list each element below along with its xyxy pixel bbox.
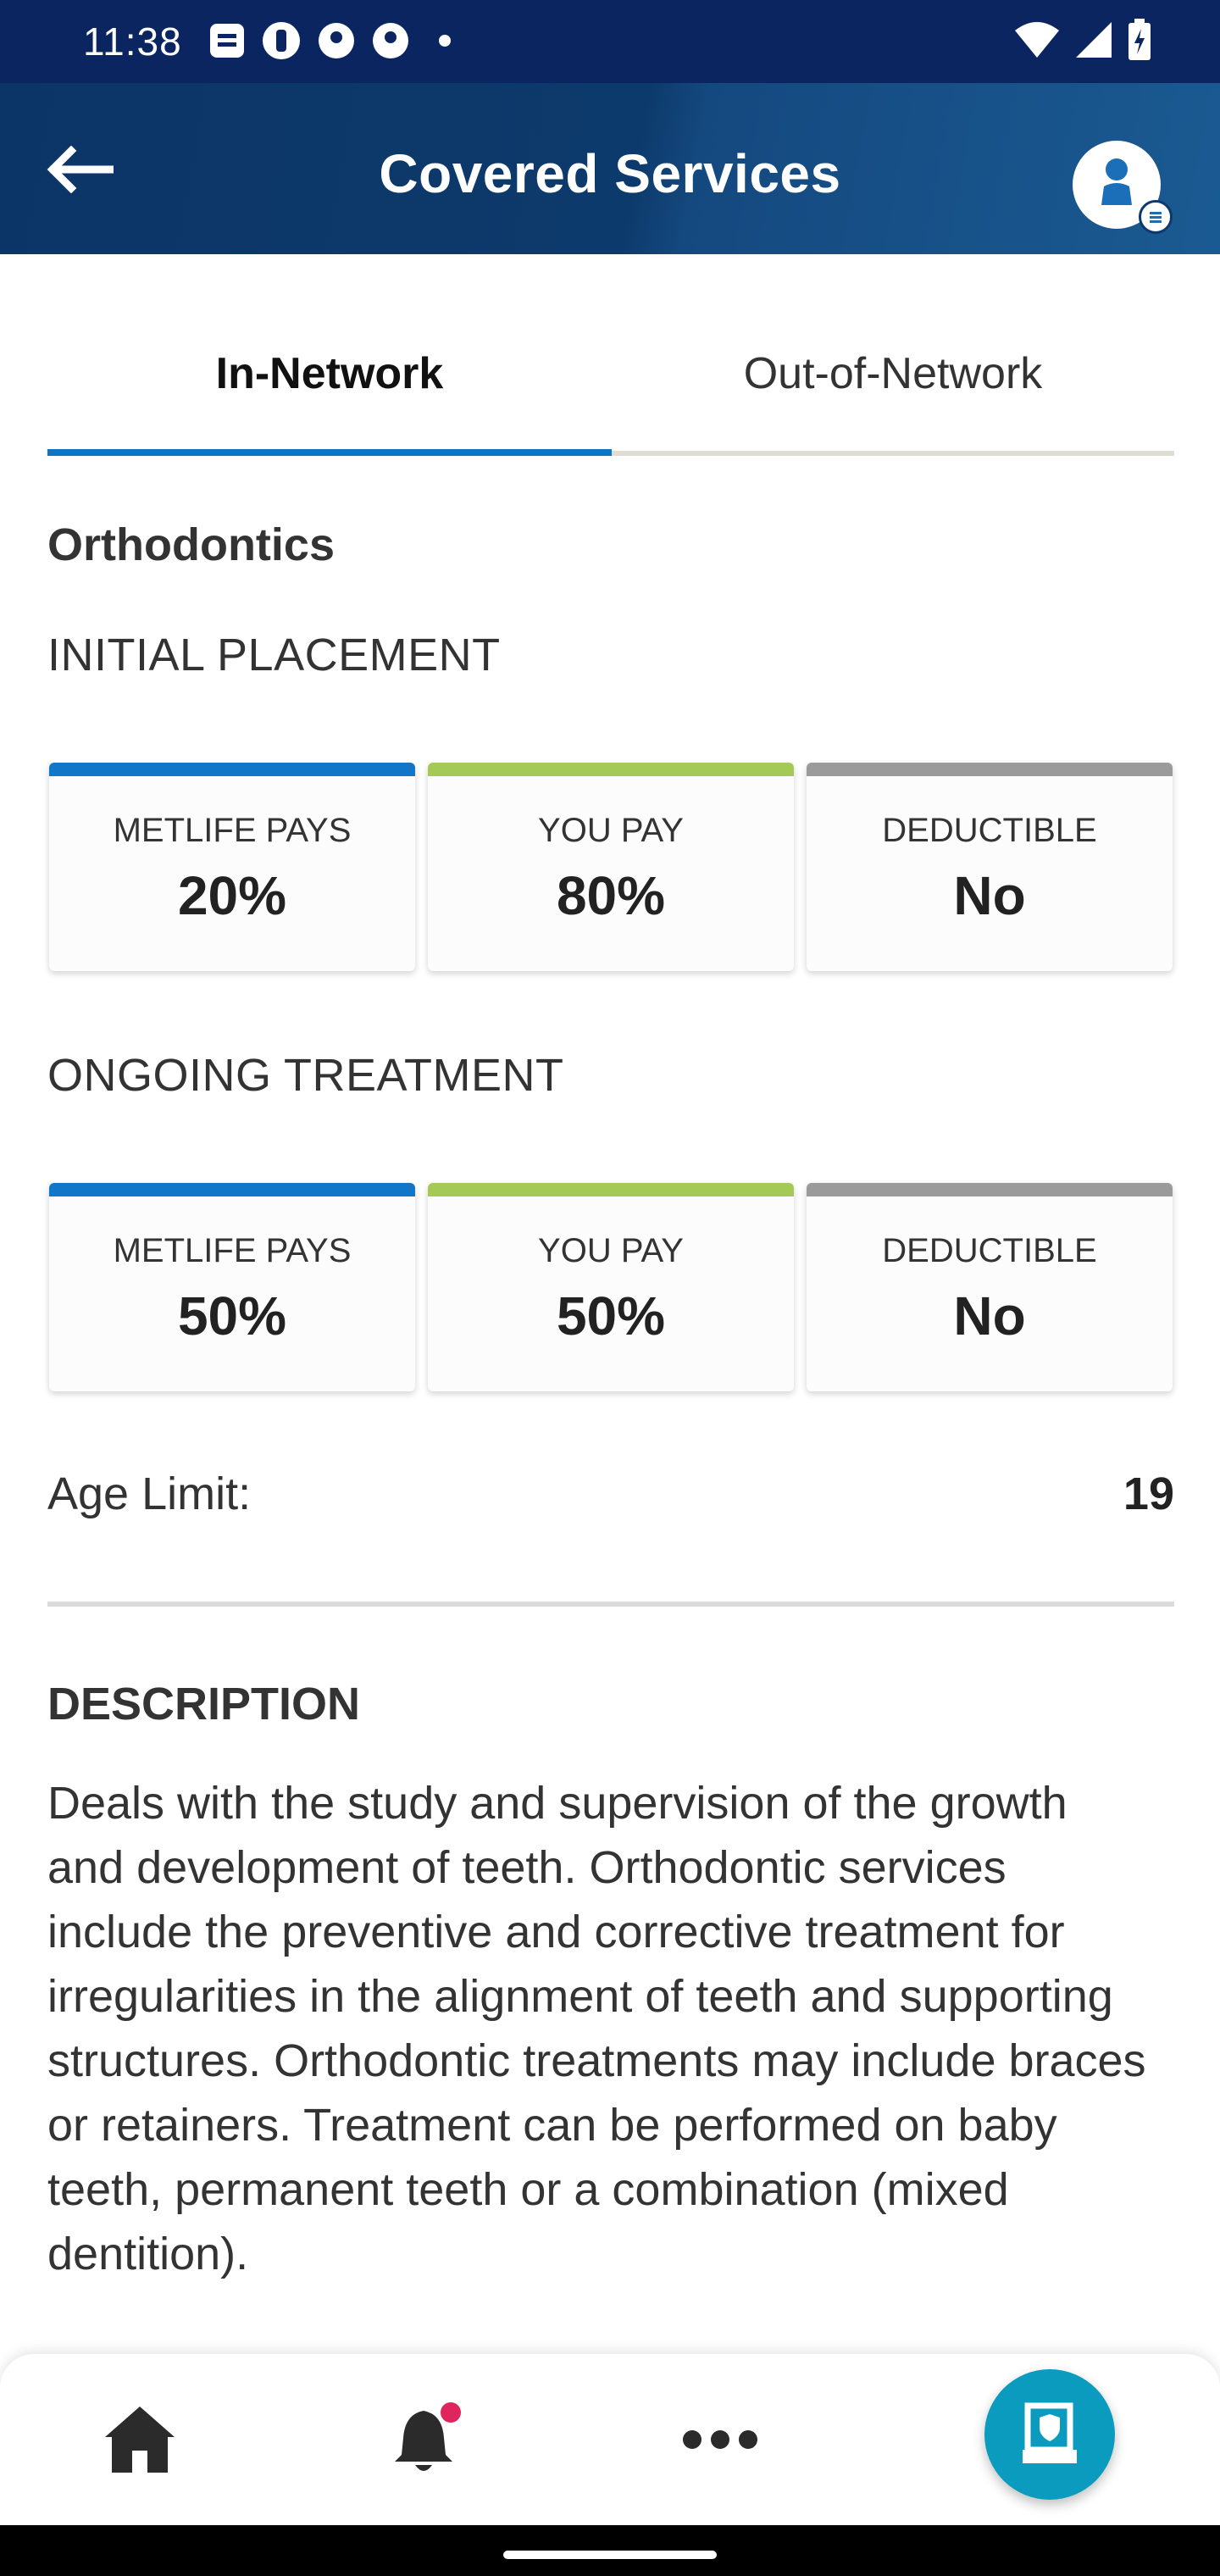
age-limit-label: Age Limit:	[47, 1468, 252, 1519]
you-pay-card: YOU PAY 80%	[428, 763, 794, 971]
card-label: METLIFE PAYS	[113, 812, 352, 849]
card-value: 50%	[177, 1285, 287, 1346]
page-title: Covered Services	[379, 143, 841, 204]
card-color-bar	[428, 763, 794, 776]
more-icon	[683, 2430, 757, 2449]
deductible-card: DEDUCTIBLE No	[807, 1183, 1173, 1391]
card-label: METLIFE PAYS	[113, 1232, 352, 1269]
age-limit-row: Age Limit: 19	[47, 1468, 1174, 1527]
menu-badge-icon	[1139, 200, 1173, 234]
id-card-icon	[1023, 2402, 1077, 2463]
status-time: 11:38	[83, 19, 182, 64]
bell-icon	[395, 2402, 461, 2471]
signal-icon	[1076, 22, 1112, 58]
app-icon	[263, 22, 300, 59]
metlife-pays-card: METLIFE PAYS 50%	[49, 1183, 415, 1391]
message-icon	[210, 24, 244, 58]
dot-icon	[439, 35, 451, 47]
card-label: DEDUCTIBLE	[882, 1232, 1097, 1269]
status-bar: 11:38	[0, 0, 1220, 83]
tab-active-indicator	[47, 449, 612, 456]
nav-more-button[interactable]	[665, 2354, 775, 2525]
notification-icons	[210, 22, 451, 59]
gesture-bar	[0, 2525, 1220, 2576]
card-color-bar	[807, 763, 1173, 776]
tab-in-network[interactable]: In-Network	[47, 297, 612, 451]
battery-icon	[1128, 19, 1151, 60]
home-gesture-handle[interactable]	[503, 2551, 717, 2559]
tab-out-of-network[interactable]: Out-of-Network	[612, 297, 1174, 451]
card-label: YOU PAY	[538, 812, 684, 849]
card-color-bar	[49, 1183, 415, 1196]
card-value: 20%	[177, 865, 287, 926]
initial-placement-title: INITIAL PLACEMENT	[47, 630, 501, 680]
network-tabs: In-Network Out-of-Network	[47, 297, 1174, 456]
p-icon	[319, 23, 354, 58]
initial-placement-cards: METLIFE PAYS 20% YOU PAY 80% DEDUCTIBLE …	[49, 763, 1173, 971]
you-pay-card: YOU PAY 50%	[428, 1183, 794, 1391]
system-icons	[1013, 19, 1152, 61]
metlife-pays-card: METLIFE PAYS 20%	[49, 763, 415, 971]
description-title: DESCRIPTION	[47, 1679, 361, 1729]
nav-notifications-button[interactable]	[373, 2354, 483, 2525]
age-limit-value: 19	[1123, 1468, 1174, 1519]
card-color-bar	[49, 763, 415, 776]
tab-divider	[612, 451, 1174, 456]
service-title: Orthodontics	[47, 519, 335, 570]
description-text: Deals with the study and supervision of …	[47, 1778, 1146, 2279]
home-icon	[105, 2407, 175, 2473]
card-value: 50%	[556, 1285, 666, 1346]
card-color-bar	[428, 1183, 794, 1196]
card-label: YOU PAY	[538, 1232, 684, 1269]
card-color-bar	[807, 1183, 1173, 1196]
card-value: 80%	[556, 865, 666, 926]
card-value: No	[953, 865, 1026, 926]
id-card-button[interactable]	[984, 2369, 1115, 2500]
card-value: No	[953, 1285, 1026, 1346]
p-icon	[373, 23, 408, 58]
ongoing-treatment-cards: METLIFE PAYS 50% YOU PAY 50% DEDUCTIBLE …	[49, 1183, 1173, 1391]
card-label: DEDUCTIBLE	[882, 812, 1097, 849]
section-divider	[47, 1602, 1174, 1607]
ongoing-treatment-title: ONGOING TREATMENT	[47, 1050, 564, 1101]
deductible-card: DEDUCTIBLE No	[807, 763, 1173, 971]
wifi-icon	[1015, 22, 1059, 58]
nav-home-button[interactable]	[85, 2354, 195, 2525]
app-header: Covered Services	[0, 83, 1220, 254]
